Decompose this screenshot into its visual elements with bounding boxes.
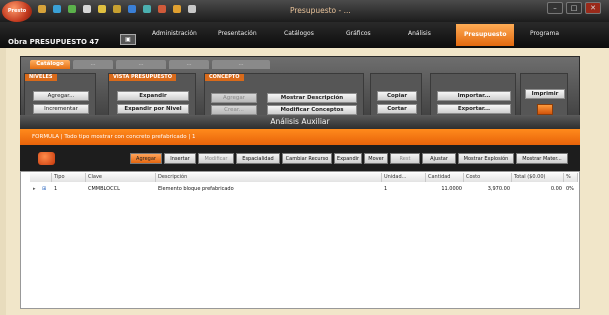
formula-info-bar: FORMULA | Todo tipo mostrar con concreto… xyxy=(20,129,580,145)
column-header-marker[interactable] xyxy=(30,173,52,182)
group-title: NIVELES xyxy=(25,74,57,81)
cell-unidad: 1 xyxy=(384,186,388,192)
mostrar-explosion-button[interactable]: Mostrar Explosión xyxy=(458,153,514,164)
column-header-descripcion[interactable]: Descripción xyxy=(156,173,382,182)
mostrar-mater-button[interactable]: Mostrar Mater... xyxy=(516,153,568,164)
quick-access-icon[interactable] xyxy=(68,5,76,13)
column-header-costo[interactable]: Costo xyxy=(464,173,512,182)
quick-access-icon[interactable] xyxy=(158,5,166,13)
cortar-button[interactable]: Cortar xyxy=(377,104,417,114)
agregar-button[interactable]: Agregar xyxy=(130,153,162,164)
expand-icon[interactable]: ⊞ xyxy=(40,185,52,193)
column-header-unidad[interactable]: Unidad... xyxy=(382,173,426,182)
column-header-total[interactable]: Total ($0.00) xyxy=(512,173,564,182)
cell-costo: 3,970.00 xyxy=(487,186,510,192)
exportar-button[interactable]: Exportar... xyxy=(437,104,511,114)
group-niveles: NIVELES Agregar... Incrementar xyxy=(24,73,96,119)
agregar-nivel-button[interactable]: Agregar... xyxy=(33,91,89,101)
rest-button[interactable]: Rest xyxy=(390,153,420,164)
column-header-pct[interactable]: % xyxy=(564,173,578,182)
cell-clave: CMMBLOCCL xyxy=(88,186,120,192)
group-title: CONCEPTO xyxy=(205,74,244,81)
tab-4[interactable]: ... xyxy=(169,60,209,69)
application-menu-button[interactable]: Presto xyxy=(2,1,32,22)
group-concepto: CONCEPTO Agregar Crear... Mostrar Descri… xyxy=(204,73,364,119)
incrementar-button[interactable]: Incrementar xyxy=(33,104,89,114)
tab-2[interactable]: ... xyxy=(73,60,113,69)
cell-tipo: 1 xyxy=(54,186,58,192)
cell-total: 0.00 xyxy=(550,186,562,192)
menu-programa[interactable]: Programa xyxy=(530,30,559,37)
group-datos: Importar... Exportar... xyxy=(430,73,516,119)
copiar-button[interactable]: Copiar xyxy=(377,91,417,101)
quick-access-icon[interactable] xyxy=(38,5,46,13)
expandir-toolbar-button[interactable]: Expandir xyxy=(334,153,362,164)
mover-button[interactable]: Mover xyxy=(364,153,388,164)
importar-button[interactable]: Importar... xyxy=(437,91,511,101)
concept-icon[interactable] xyxy=(38,152,55,165)
modificar-conceptos-button[interactable]: Modificar Conceptos xyxy=(267,105,357,115)
menu-administracion[interactable]: Administración xyxy=(152,30,197,37)
quick-access-icon[interactable] xyxy=(113,5,121,13)
minimize-button[interactable]: – xyxy=(547,2,563,14)
window-title: Presupuesto - ... xyxy=(290,6,351,15)
close-button[interactable]: ✕ xyxy=(585,2,601,14)
cell-cantidad: 11.0000 xyxy=(441,186,462,192)
menu-graficos[interactable]: Gráficos xyxy=(346,30,371,37)
quick-access-icon[interactable] xyxy=(83,5,91,13)
quick-access-icon[interactable] xyxy=(53,5,61,13)
agregar-concepto-button[interactable]: Agregar xyxy=(211,93,257,103)
dialog-title: Análisis Auxiliar xyxy=(20,115,580,129)
quick-access-icon[interactable] xyxy=(188,5,196,13)
maximize-button[interactable]: □ xyxy=(566,2,582,14)
group-imprimir: Imprimir xyxy=(520,73,568,119)
menu-presupuesto[interactable]: Presupuesto xyxy=(456,24,515,46)
quick-access-icon[interactable] xyxy=(143,5,151,13)
cell-pct: 0% xyxy=(566,186,574,192)
menu-presentacion[interactable]: Presentación xyxy=(218,30,257,37)
left-background xyxy=(0,48,6,315)
insertar-button[interactable]: Insertar xyxy=(164,153,196,164)
cambiar-recurso-button[interactable]: Cambiar Recurso xyxy=(282,153,332,164)
tab-catalogo[interactable]: Catálogo xyxy=(30,60,70,69)
expandir-button[interactable]: Expandir xyxy=(117,91,189,101)
expandir-por-nivel-button[interactable]: Expandir por Nivel xyxy=(117,104,189,114)
cell-descripcion: Elemento bloque prefabricado xyxy=(158,186,234,192)
imprimir-button[interactable]: Imprimir xyxy=(525,89,565,99)
column-header-clave[interactable]: Clave xyxy=(86,173,156,182)
menu-analisis[interactable]: Análisis xyxy=(408,30,431,37)
quick-access-icon[interactable] xyxy=(98,5,106,13)
print-icon[interactable] xyxy=(537,104,553,115)
mostrar-descripcion-button[interactable]: Mostrar Descripción xyxy=(267,93,357,103)
crear-concepto-button[interactable]: Crear... xyxy=(211,105,257,115)
document-label: Obra PRESUPUESTO 47 xyxy=(8,38,100,46)
group-portapapeles: Copiar Cortar xyxy=(370,73,422,119)
column-header-tipo[interactable]: Tipo xyxy=(52,173,86,182)
group-title: VISTA PRESUPUESTO xyxy=(109,74,176,81)
tab-5[interactable]: ... xyxy=(212,60,270,69)
modificar-button[interactable]: Modificar xyxy=(198,153,234,164)
quick-access-icon[interactable] xyxy=(173,5,181,13)
menu-catalogos[interactable]: Catálogos xyxy=(284,30,314,37)
group-vista-presupuesto: VISTA PRESUPUESTO Expandir Expandir por … xyxy=(108,73,196,119)
document-selector-button[interactable]: ▣ xyxy=(120,34,136,45)
tab-3[interactable]: ... xyxy=(116,60,166,69)
espacialidad-button[interactable]: Espacialidad xyxy=(236,153,280,164)
column-header-cantidad[interactable]: Cantidad xyxy=(426,173,464,182)
ajustar-button[interactable]: Ajustar xyxy=(422,153,456,164)
quick-access-icon[interactable] xyxy=(128,5,136,13)
